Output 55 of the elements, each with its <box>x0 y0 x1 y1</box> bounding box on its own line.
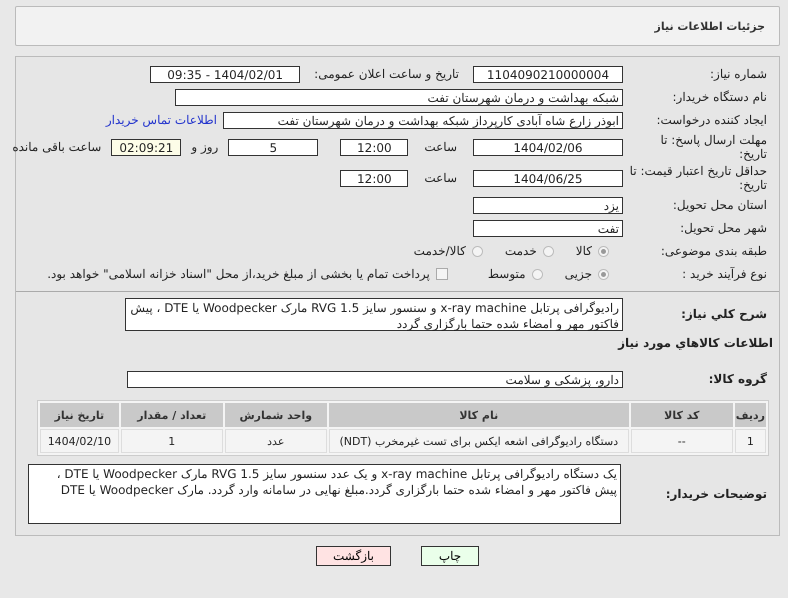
section-heading: اطلاعات کالاهاي مورد نیاز <box>618 336 774 350</box>
table-cell: 1 <box>734 429 766 453</box>
column-header: تعداد / مقدار <box>120 403 223 427</box>
category-radio[interactable]: خدمت <box>504 244 554 258</box>
need-number-field: 1104090210000004 <box>473 66 623 82</box>
page-title: جزئیات اطلاعات نیاز <box>654 20 765 32</box>
time-label: ساعت <box>424 171 457 185</box>
buyer-contact-link[interactable]: اطلاعات تماس خریدار <box>106 113 217 127</box>
field-label: نام دستگاه خریدار: <box>672 90 768 104</box>
announce-date-field: 1404/02/01 - 09:35 <box>150 66 300 82</box>
validity-date-field: 1404/06/25 <box>473 170 623 186</box>
field-label: ایجاد کننده درخواست: <box>655 112 768 128</box>
days-field: 5 <box>228 138 318 156</box>
table-cell: 1 <box>120 429 223 453</box>
field-label: توضیحات خریدار: <box>664 486 768 502</box>
field-label: استان محل تحویل: <box>672 198 768 212</box>
remaining-label: ساعت باقی مانده <box>12 140 102 154</box>
time-label: ساعت <box>424 140 457 154</box>
field-label: شماره نیاز: <box>709 66 768 82</box>
city-field: تفت <box>473 220 623 236</box>
field-label: حداقل تاریخ اعتبار قیمت: تا تاریخ: <box>629 164 768 192</box>
table-cell: -- <box>630 429 733 453</box>
table-cell: دستگاه رادیوگرافی اشعه ایکس برای تست غیرمخرب (NDT) <box>328 429 629 453</box>
buyer-notes-textarea: یک دستگاه رادیوگرافی پرتابل x-ray machine و یک عدد سنسور سایز 1.5 RVG مارک Woodpecker یا DTE ، پیش فاکتور مهر و امضاء شده حتما بارگزاری گردد.مبلغ نهایی در سامانه وارد گردد. مارک Woodpecker یا DTE <box>28 464 621 524</box>
province-field: یزد <box>473 196 623 214</box>
table-cell: 1404/02/10 <box>40 429 119 453</box>
category-radio[interactable]: کالا/خدمت <box>414 244 483 258</box>
category-radio[interactable]: کالا <box>576 244 609 258</box>
print-button[interactable]: چاپ <box>421 546 479 566</box>
field-label: نوع فرآیند خرید : <box>681 266 768 282</box>
column-header: تاریخ نیاز <box>40 403 119 427</box>
deadline-date-field: 1404/02/06 <box>473 138 623 156</box>
back-button[interactable]: بازگشت <box>316 546 391 566</box>
field-label: تاریخ و ساعت اعلان عمومی: <box>314 67 459 81</box>
validity-time-field: 12:00 <box>340 170 408 186</box>
table-cell: عدد <box>224 429 327 453</box>
process-radio[interactable]: متوسط <box>488 267 543 281</box>
process-radio[interactable]: جزیی <box>564 267 609 281</box>
treasury-checkbox[interactable]: پرداخت تمام یا بخشی از مبلغ خرید،از محل "اسناد خزانه اسلامی" خواهد بود. <box>47 267 448 281</box>
column-header: ردیف <box>734 403 766 427</box>
days-label: روز و <box>191 140 218 154</box>
column-header: کد کالا <box>630 403 733 427</box>
goods-group-field: دارو، پزشکی و سلامت <box>127 370 623 388</box>
column-header: واحد شمارش <box>224 403 327 427</box>
buyer-field: شبکه بهداشت و درمان شهرستان تفت <box>175 88 623 106</box>
field-label: مهلت ارسال پاسخ: تا تاریخ: <box>659 132 768 162</box>
field-label: گروه کالا: <box>708 372 768 386</box>
creator-field: ابوذر زارع شاه آبادی کارپرداز شبکه بهداشت و درمان شهرستان تفت <box>223 112 623 128</box>
deadline-time-field: 12:00 <box>340 138 408 156</box>
field-label: شرح کلي نیاز: <box>680 307 768 322</box>
remaining-time-field: 02:09:21 <box>111 138 182 156</box>
description-textarea: رادیوگرافی پرتابل x-ray machine و سنسور سایز 1.5 RVG مارک Woodpecker یا DTE ، پیش فاکتور مهر و امضاء شده حتما بارگزاری گردد <box>125 298 623 331</box>
field-label: شهر محل تحویل: <box>679 220 768 236</box>
column-header: نام کالا <box>328 403 629 427</box>
field-label: طبقه بندی موضوعی: <box>660 244 768 258</box>
